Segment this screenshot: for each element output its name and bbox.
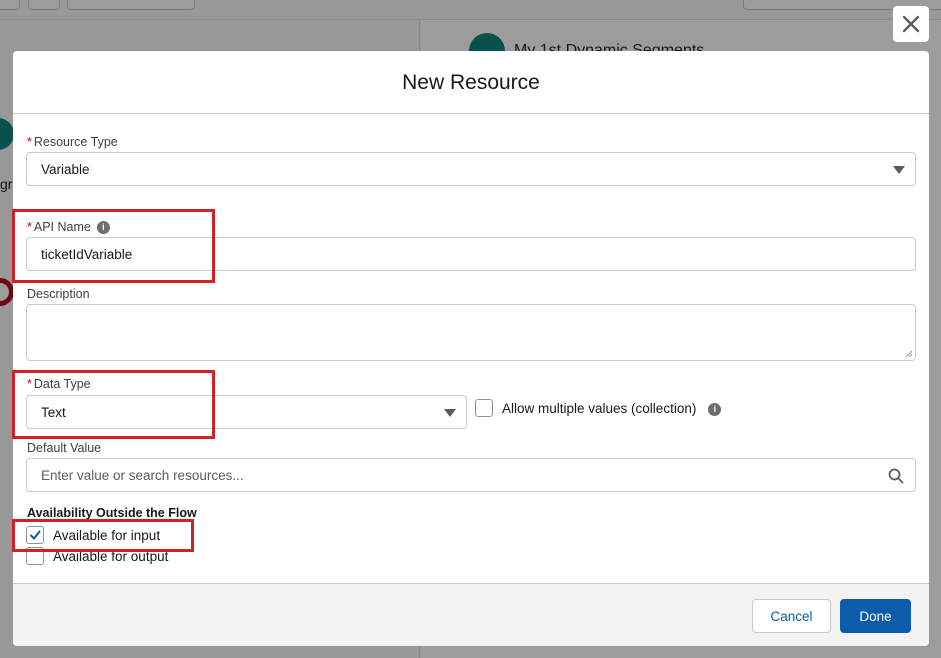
chevron-down-icon (893, 166, 905, 174)
modal-title: New Resource (402, 71, 540, 94)
done-button[interactable]: Done (840, 599, 911, 633)
data-type-value: Text (41, 404, 66, 420)
available-for-output-checkbox[interactable] (26, 547, 44, 565)
cancel-button[interactable]: Cancel (752, 599, 831, 633)
allow-multiple-label-text: Allow multiple values (collection) (502, 401, 697, 416)
close-icon (902, 15, 920, 33)
info-icon[interactable]: i (708, 402, 722, 416)
default-value-label: Default Value (27, 441, 102, 455)
availability-section-title: Availability Outside the Flow (27, 506, 197, 520)
available-for-input-checkbox[interactable] (26, 526, 44, 544)
available-for-input-label: Available for input (53, 528, 161, 543)
data-type-select[interactable]: Text (26, 395, 467, 429)
api-name-value: ticketIdVariable (41, 246, 133, 262)
info-icon[interactable]: i (96, 221, 110, 235)
api-name-input[interactable]: ticketIdVariable (26, 237, 916, 271)
resource-type-select[interactable]: Variable (26, 152, 916, 186)
modal-footer: Cancel Done (13, 583, 929, 646)
resource-type-label-text: Resource Type (33, 135, 118, 149)
default-value-search-input[interactable]: Enter value or search resources... (26, 458, 916, 492)
allow-multiple-label: Allow multiple values (collection) i (502, 401, 722, 416)
checkmark-icon (30, 530, 41, 540)
modal-header: New Resource (13, 51, 929, 114)
available-for-output-label: Available for output (53, 549, 169, 564)
data-type-label-text: Data Type (33, 377, 91, 391)
search-icon[interactable] (888, 468, 904, 484)
chevron-down-icon (444, 409, 456, 417)
resource-type-label: * Resource Type (27, 135, 118, 149)
required-indicator: * (27, 220, 32, 234)
resource-type-value: Variable (41, 161, 90, 177)
api-name-label: * API Name i (27, 220, 110, 235)
api-name-label-text: API Name (33, 220, 91, 234)
required-indicator: * (27, 135, 32, 149)
default-value-placeholder: Enter value or search resources... (41, 467, 244, 483)
required-indicator: * (27, 377, 32, 391)
description-textarea[interactable] (26, 304, 916, 361)
data-type-label: * Data Type (27, 377, 91, 391)
new-resource-modal: New Resource * Resource Type Variable * AP… (13, 51, 929, 646)
close-button[interactable] (893, 6, 929, 42)
description-label: Description (27, 287, 90, 301)
resize-grip-icon[interactable] (905, 350, 913, 358)
allow-multiple-checkbox[interactable] (475, 399, 493, 417)
